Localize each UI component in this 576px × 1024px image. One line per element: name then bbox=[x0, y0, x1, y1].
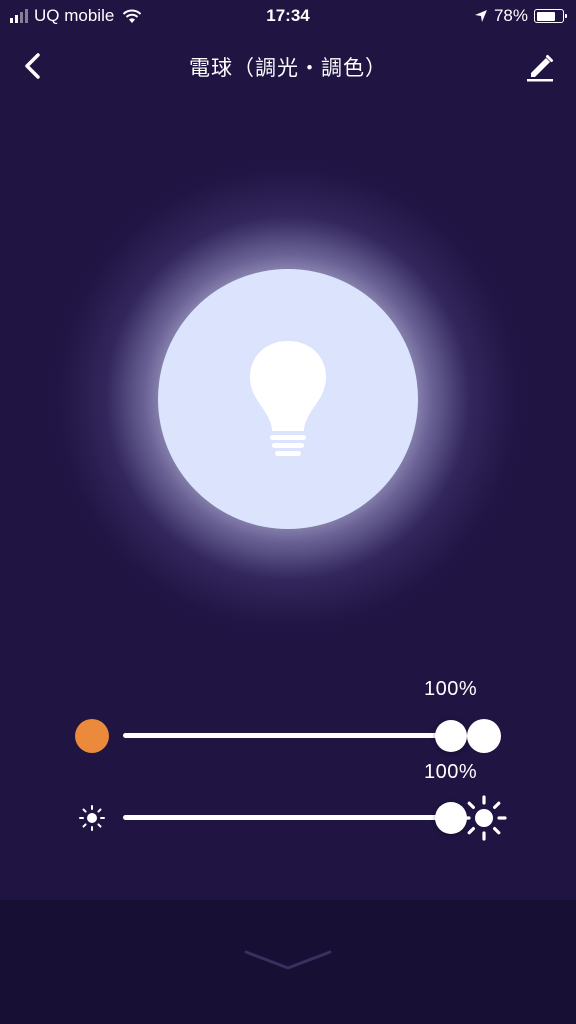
status-right: 78% bbox=[474, 6, 567, 26]
color-temperature-track[interactable] bbox=[123, 733, 445, 738]
color-temperature-thumb[interactable] bbox=[435, 720, 467, 752]
brightness-value: 100% bbox=[424, 761, 478, 783]
bulb-toggle-button[interactable] bbox=[158, 269, 418, 529]
brightness-track[interactable] bbox=[123, 815, 445, 820]
page-title: 電球（調光・調色） bbox=[189, 57, 387, 80]
battery-icon bbox=[534, 9, 567, 23]
battery-level bbox=[536, 11, 556, 21]
light-bulb-icon bbox=[250, 341, 326, 456]
bottom-panel bbox=[0, 900, 576, 1024]
warm-color-dot[interactable] bbox=[75, 719, 109, 753]
screen: UQ mobile 17:34 78% 電球（調光・調色） 100% 100% bbox=[0, 0, 576, 1024]
nav-bar: 電球（調光・調色） bbox=[0, 40, 576, 92]
battery-percent: 78% bbox=[493, 6, 528, 25]
sun-large-icon[interactable] bbox=[460, 794, 508, 842]
sun-small-icon[interactable] bbox=[78, 804, 106, 832]
color-temperature-value: 100% bbox=[424, 678, 478, 700]
battery-tip bbox=[565, 14, 567, 18]
pencil-icon bbox=[527, 55, 553, 82]
status-bar: UQ mobile 17:34 78% bbox=[0, 0, 576, 34]
location-arrow-icon bbox=[474, 10, 487, 22]
cool-color-dot[interactable] bbox=[467, 719, 501, 753]
chevron-down-icon[interactable] bbox=[244, 948, 332, 974]
edit-button[interactable] bbox=[522, 48, 558, 84]
